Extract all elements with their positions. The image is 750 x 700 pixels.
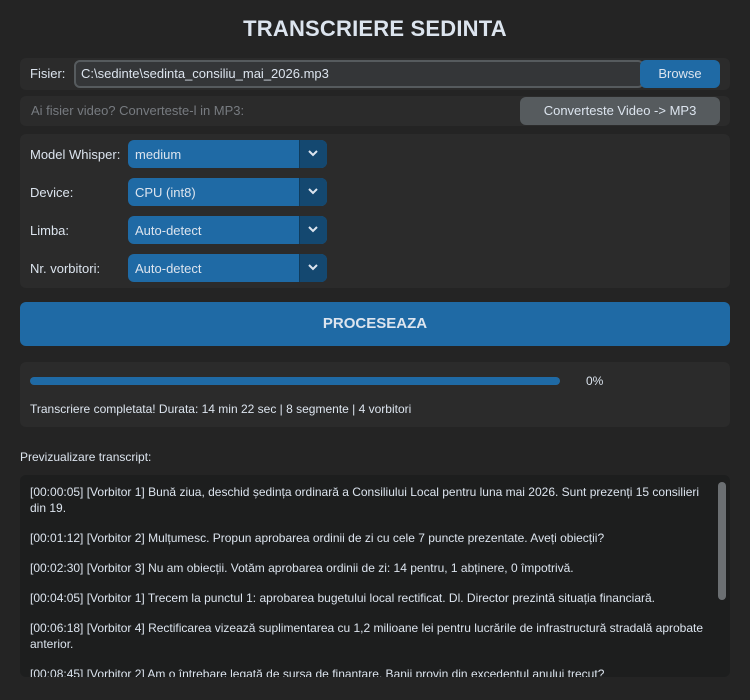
option-row-device: Device: CPU (int8)	[20, 178, 730, 206]
convert-hint: Ai fisier video? Converteste-l in MP3:	[31, 103, 245, 118]
speakers-select[interactable]: Auto-detect	[128, 254, 327, 282]
model-select[interactable]: medium	[128, 140, 327, 168]
file-label: Fisier:	[30, 66, 66, 81]
status-text: Transcriere completata! Durata: 14 min 2…	[30, 402, 412, 416]
transcript-content: [00:00:05] [Vorbitor 1] Bună ziua, desch…	[30, 484, 710, 677]
process-button[interactable]: PROCESEAZA	[20, 302, 730, 346]
option-row-model: Model Whisper: medium	[20, 140, 730, 168]
progress-bar-fill	[30, 377, 560, 385]
speakers-value: Auto-detect	[135, 261, 202, 276]
model-value: medium	[135, 147, 182, 162]
options-panel: Model Whisper: medium Device: CPU (int8)…	[20, 134, 730, 288]
transcript-segment: [00:08:45] [Vorbitor 2] Am o întrebare l…	[30, 667, 605, 677]
chevron-down-icon[interactable]	[299, 140, 327, 168]
progress-bar	[30, 377, 560, 385]
transcript-segment: [00:06:18] [Vorbitor 4] Rectificarea viz…	[30, 621, 704, 651]
transcript-scrollbar[interactable]	[718, 482, 726, 600]
transcript-segment: [00:04:05] [Vorbitor 1] Trecem la punctu…	[30, 591, 655, 605]
app-title: TRANSCRIERE SEDINTA	[243, 16, 507, 41]
transcript-segment: [00:01:12] [Vorbitor 2] Mulțumesc. Propu…	[30, 531, 605, 545]
preview-label: Previzualizare transcript:	[20, 450, 152, 464]
chevron-down-icon[interactable]	[299, 216, 327, 244]
option-row-language: Limba: Auto-detect	[20, 216, 730, 244]
device-value: CPU (int8)	[135, 185, 196, 200]
language-value: Auto-detect	[135, 223, 202, 238]
chevron-down-icon[interactable]	[299, 178, 327, 206]
device-label: Device:	[30, 185, 74, 200]
model-label: Model Whisper:	[30, 147, 121, 162]
transcript-textbox[interactable]: [00:00:05] [Vorbitor 1] Bună ziua, desch…	[20, 475, 730, 677]
transcript-segment: [00:02:30] [Vorbitor 3] Nu am obiecții. …	[30, 561, 574, 575]
file-path-input[interactable]	[74, 60, 644, 88]
speakers-label: Nr. vorbitori:	[30, 261, 101, 276]
convert-panel: Ai fisier video? Converteste-l in MP3: C…	[20, 96, 730, 126]
file-panel: Fisier: Browse	[20, 58, 730, 90]
option-row-speakers: Nr. vorbitori: Auto-detect	[20, 254, 730, 282]
device-select[interactable]: CPU (int8)	[128, 178, 327, 206]
progress-panel: 0% Transcriere completata! Durata: 14 mi…	[20, 362, 730, 427]
convert-video-button[interactable]: Converteste Video -> MP3	[520, 97, 720, 125]
chevron-down-icon[interactable]	[299, 254, 327, 282]
language-label: Limba:	[30, 223, 70, 238]
language-select[interactable]: Auto-detect	[128, 216, 327, 244]
progress-percent: 0%	[586, 374, 604, 388]
transcript-segment: [00:00:05] [Vorbitor 1] Bună ziua, desch…	[30, 485, 700, 515]
browse-button[interactable]: Browse	[640, 60, 720, 88]
